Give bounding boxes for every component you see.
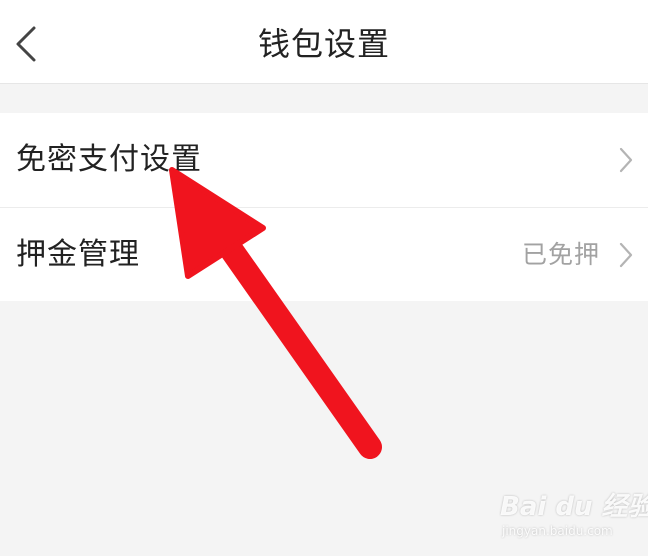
- page-title: 钱包设置: [257, 25, 390, 63]
- watermark-url: jingyan.baidu.com: [502, 524, 613, 538]
- baidu-jingyan-watermark: Bai du 经验 jingyan.baidu.com: [500, 486, 648, 550]
- settings-list: 免密支付设置 押金管理 已免押: [0, 113, 648, 301]
- list-item-deposit-management[interactable]: 押金管理 已免押: [0, 207, 648, 301]
- section-gap: [0, 84, 648, 113]
- deposit-status-value: 已免押: [521, 240, 600, 269]
- list-item-label: 免密支付设置: [16, 142, 202, 177]
- chevron-right-icon: [619, 242, 633, 268]
- header-bar: 钱包设置: [0, 0, 648, 84]
- list-item-password-free-payment[interactable]: 免密支付设置: [0, 113, 648, 207]
- chevron-right-icon: [619, 147, 633, 173]
- list-item-label: 押金管理: [16, 237, 140, 272]
- watermark-brand: Bai du 经验: [500, 492, 648, 522]
